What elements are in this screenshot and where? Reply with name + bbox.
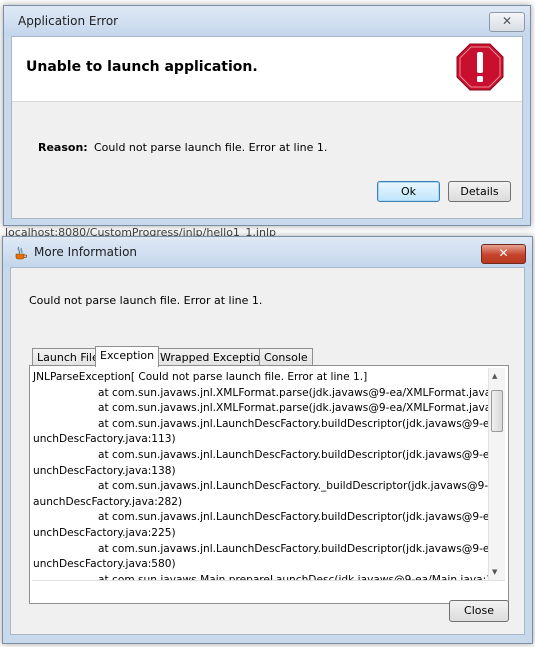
- trace-horizontal-scrollbar[interactable]: [32, 580, 505, 581]
- info-dialog-titlebar: More Information ✕: [3, 237, 532, 267]
- trace-line: at com.sun.javaws.jnl.LaunchDescFactory.…: [98, 449, 505, 461]
- trace-line: unchDescFactory.java:225): [33, 527, 176, 539]
- reason-label: Reason:: [38, 141, 88, 154]
- application-error-dialog: Application Error ✕ Unable to launch app…: [3, 5, 531, 226]
- reason-text: Could not parse launch file. Error at li…: [94, 141, 328, 154]
- error-dialog-titlebar: Application Error ✕: [4, 6, 530, 36]
- stop-exclamation-icon: [456, 43, 504, 91]
- error-dialog-body: Unable to launch application. Reason: Co…: [11, 36, 523, 219]
- details-button[interactable]: Details: [448, 181, 511, 202]
- java-cup-icon: [15, 246, 28, 260]
- close-icon[interactable]: ✕: [481, 244, 526, 264]
- trace-line: unchDescFactory.java:113): [33, 433, 176, 446]
- error-heading: Unable to launch application.: [26, 59, 258, 75]
- trace-line: at com.sun.javaws.jnl.LaunchDescFactory.…: [98, 417, 505, 430]
- info-dialog-body: Could not parse launch file. Error at li…: [10, 267, 525, 635]
- info-dialog-title: More Information: [34, 245, 138, 259]
- trace-line: at com.sun.javaws.jnl.LaunchDescFactory.…: [98, 480, 505, 493]
- scroll-up-arrow-icon[interactable]: ▲: [492, 372, 497, 380]
- trace-line: at com.sun.javaws.Main.prepareLaunchDesc…: [98, 573, 505, 580]
- tab-wrapped-exception[interactable]: Wrapped Exception: [155, 348, 272, 366]
- trace-line: at com.sun.javaws.jnl.LaunchDescFactory.…: [98, 511, 505, 524]
- trace-line: unchDescFactory.java:580): [33, 558, 176, 571]
- trace-line: at com.sun.javaws.jnl.XMLFormat.parse(jd…: [98, 402, 505, 415]
- tab-launch-file[interactable]: Launch File: [32, 348, 104, 366]
- scroll-down-arrow-icon[interactable]: ▼: [492, 568, 497, 576]
- trace-scrollbar[interactable]: ▲ ▼: [488, 368, 505, 580]
- error-dialog-title: Application Error: [18, 14, 119, 28]
- trace-line: unchDescFactory.java:138): [33, 464, 176, 477]
- trace-line: aunchDescFactory.java:282): [33, 495, 183, 508]
- scrollbar-thumb[interactable]: [491, 390, 503, 432]
- tab-console[interactable]: Console: [259, 348, 313, 366]
- close-button[interactable]: Close: [449, 600, 509, 622]
- trace-line: at com.sun.javaws.jnl.XMLFormat.parse(jd…: [98, 386, 505, 399]
- trace-line: at com.sun.javaws.jnl.LaunchDescFactory.…: [98, 542, 505, 555]
- ok-button[interactable]: Ok: [377, 181, 440, 202]
- tab-exception[interactable]: Exception: [95, 346, 160, 367]
- info-message: Could not parse launch file. Error at li…: [29, 294, 263, 307]
- trace-line: JNLParseException[ Could not parse launc…: [33, 371, 368, 383]
- close-icon[interactable]: ✕: [489, 12, 525, 32]
- more-information-dialog: More Information ✕ Could not parse launc…: [2, 236, 533, 644]
- exception-trace-area[interactable]: JNLParseException[ Could not parse launc…: [32, 368, 505, 580]
